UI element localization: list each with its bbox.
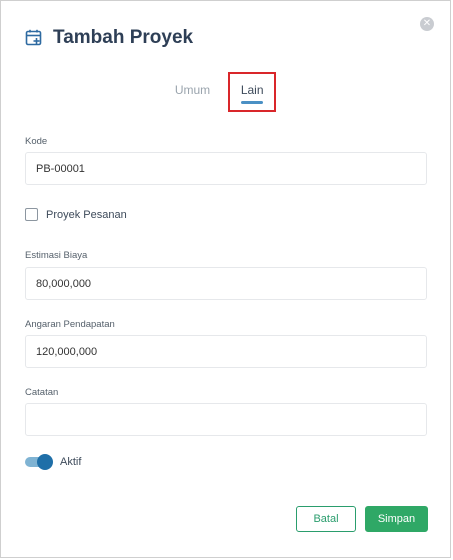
proyek-pesanan-checkbox-row[interactable]: Proyek Pesanan xyxy=(25,208,127,221)
dialog-title: Tambah Proyek xyxy=(53,27,194,48)
estimasi-biaya-input[interactable]: 80,000,000 xyxy=(25,267,427,300)
close-icon[interactable]: ✕ xyxy=(420,17,434,31)
aktif-label: Aktif xyxy=(60,456,82,468)
aktif-toggle[interactable] xyxy=(25,454,53,470)
tab-lain-highlight: Lain xyxy=(228,72,277,112)
project-add-icon xyxy=(25,29,43,47)
proyek-pesanan-label: Proyek Pesanan xyxy=(46,208,127,221)
catatan-label: Catatan xyxy=(25,387,59,398)
kode-input[interactable]: PB-00001 xyxy=(25,152,427,185)
active-tab-indicator xyxy=(241,101,264,104)
tab-umum[interactable]: Umum xyxy=(175,74,210,108)
toggle-knob xyxy=(37,454,53,470)
tab-lain-label: Lain xyxy=(240,83,264,97)
add-project-dialog: ✕ Tambah Proyek Umum Lain Kode PB-00001 … xyxy=(0,0,451,558)
anggaran-pendapatan-input[interactable]: 120,000,000 xyxy=(25,335,427,368)
dialog-header: Tambah Proyek xyxy=(25,27,193,49)
kode-label: Kode xyxy=(25,136,48,147)
save-button[interactable]: Simpan xyxy=(365,506,428,532)
anggaran-pendapatan-label: Angaran Pendapatan xyxy=(25,319,115,330)
proyek-pesanan-checkbox[interactable] xyxy=(25,208,38,221)
aktif-toggle-row[interactable]: Aktif xyxy=(25,454,81,470)
cancel-button[interactable]: Batal xyxy=(296,506,356,532)
estimasi-biaya-label: Estimasi Biaya xyxy=(25,250,88,261)
tab-lain[interactable]: Lain xyxy=(241,74,264,108)
tab-bar: Umum Lain xyxy=(1,72,450,112)
catatan-input[interactable] xyxy=(25,403,427,436)
